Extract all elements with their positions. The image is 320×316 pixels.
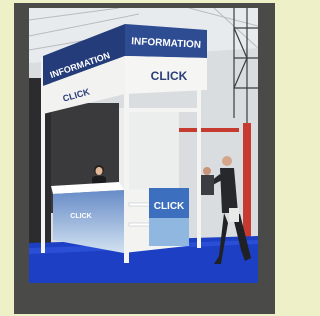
booth-photo: INFORMATION INFORMATION CLICK CLICK CLIC… — [29, 8, 258, 283]
brand-counter-front: CLICK — [70, 213, 91, 220]
brand-top-side: CLICK — [151, 69, 188, 83]
red-column — [243, 123, 251, 243]
brand-counter-side: CLICK — [154, 201, 185, 212]
red-rail — [179, 128, 239, 132]
